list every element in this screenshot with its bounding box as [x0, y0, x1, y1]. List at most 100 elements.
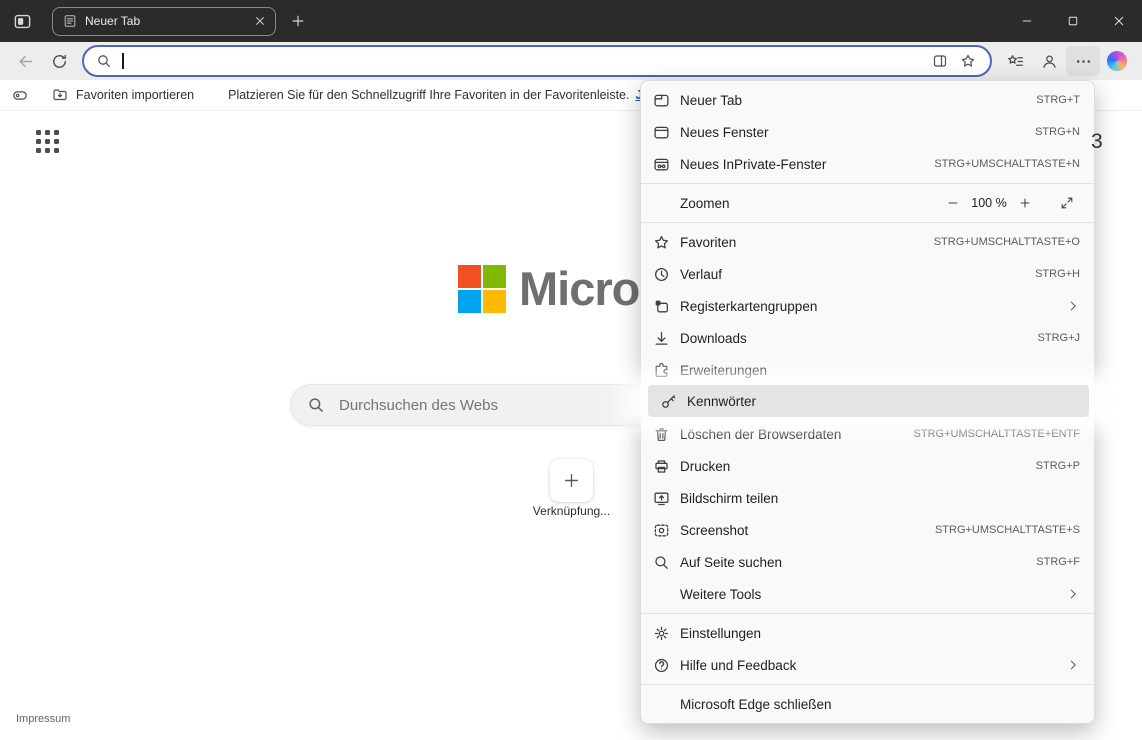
impressum-link[interactable]: Impressum	[16, 713, 70, 725]
menu-item-downloads[interactable]: Downloads STRG+J	[641, 322, 1094, 354]
find-on-page-icon	[653, 554, 670, 571]
menu-item-label: Neues InPrivate-Fenster	[680, 157, 826, 172]
menu-item-neues-fenster[interactable]: Neues Fenster STRG+N	[641, 116, 1094, 148]
tab-close-icon[interactable]	[251, 12, 269, 30]
minimize-button[interactable]	[1004, 0, 1050, 42]
address-bar[interactable]	[82, 45, 992, 77]
refresh-icon[interactable]	[42, 46, 76, 76]
close-button[interactable]	[1096, 0, 1142, 42]
zoom-controls: 100 %	[940, 190, 1080, 216]
import-favorites-button[interactable]: Favoriten importieren	[46, 86, 200, 104]
menu-item-shortcut: STRG+UMSCHALTTASTE+S	[935, 524, 1080, 536]
menu-item-favoriten[interactable]: Favoriten STRG+UMSCHALTTASTE+O	[641, 226, 1094, 258]
tab-title: Neuer Tab	[85, 14, 243, 28]
favorites-bar-icon[interactable]	[6, 83, 34, 107]
search-placeholder: Durchsuchen des Webs	[339, 397, 498, 414]
menu-item-registerkartengruppen[interactable]: Registerkartengruppen	[641, 290, 1094, 322]
split-screen-icon[interactable]	[926, 48, 954, 74]
apps-grid-icon[interactable]	[36, 130, 59, 153]
menu-item-loschen-der-browserdaten[interactable]: Löschen der Browserdaten STRG+UMSCHALTTAS…	[641, 418, 1094, 450]
menu-item-kennworter-spotlight[interactable]: Kennwörter	[648, 385, 1089, 417]
fullscreen-icon[interactable]	[1054, 190, 1080, 216]
menu-item-drucken[interactable]: Drucken STRG+P	[641, 450, 1094, 482]
back-icon[interactable]	[8, 46, 42, 76]
search-icon	[307, 396, 325, 414]
chevron-right-icon	[1066, 587, 1080, 601]
browser-tab[interactable]: Neuer Tab	[52, 7, 276, 36]
menu-item-weitere-tools[interactable]: Weitere Tools	[641, 578, 1094, 610]
menu-item-label: Erweiterungen	[680, 363, 767, 378]
screenshot-icon	[653, 522, 670, 539]
menu-item-zoomen[interactable]: Zoomen 100 %	[641, 187, 1094, 219]
menu-divider	[641, 183, 1094, 184]
favorite-star-icon[interactable]	[954, 48, 982, 74]
menu-item-shortcut: STRG+N	[1035, 126, 1080, 138]
menu-item-verlauf[interactable]: Verlauf STRG+H	[641, 258, 1094, 290]
menu-item-erweiterungen[interactable]: Erweiterungen	[641, 354, 1094, 386]
no-icon	[653, 586, 670, 603]
menu-item-bildschirm-teilen[interactable]: Bildschirm teilen	[641, 482, 1094, 514]
menu-item-shortcut: STRG+F	[1036, 556, 1080, 568]
menu-item-label: Löschen der Browserdaten	[680, 427, 841, 442]
menu-item-label: Weitere Tools	[680, 587, 761, 602]
menu-item-neuer-tab[interactable]: Neuer TabSTRG+T	[641, 84, 1094, 116]
menu-item-hilfe-und-feedback[interactable]: Hilfe und Feedback	[641, 649, 1094, 681]
search-icon	[96, 53, 112, 69]
menu-item-shortcut: STRG+P	[1036, 460, 1080, 472]
tab-favicon-icon	[63, 14, 77, 28]
tab-actions-icon[interactable]	[8, 7, 36, 35]
new-window-icon	[653, 124, 670, 141]
menu-item-shortcut: STRG+UMSCHALTTASTE+ENTF	[914, 428, 1080, 440]
menu-item-shortcut: STRG+H	[1035, 268, 1080, 280]
screen-share-icon	[653, 490, 670, 507]
menu-item-shortcut: STRG+UMSCHALTTASTE+N	[934, 158, 1080, 170]
infobar-message: Platzieren Sie für den Schnellzugriff Ih…	[228, 88, 629, 102]
menu-item-auf-seite-suchen[interactable]: Auf Seite suchenSTRG+F	[641, 546, 1094, 578]
partial-page-text: 3	[1091, 130, 1103, 154]
menu-item-label: Drucken	[680, 459, 730, 474]
menu-item-label: Downloads	[680, 331, 747, 346]
menu-item-label: Registerkartengruppen	[680, 299, 817, 314]
menu-item-label: Bildschirm teilen	[680, 491, 778, 506]
settings-icon	[653, 625, 670, 642]
chevron-right-icon	[1066, 299, 1080, 313]
toolbar	[0, 42, 1142, 80]
import-favorites-icon	[52, 87, 68, 103]
menu-item-neues-inprivate-fenster[interactable]: Neues InPrivate-Fenster STRG+UMSCHALTTAST…	[641, 148, 1094, 180]
history-icon	[653, 266, 670, 283]
add-shortcut-button[interactable]	[550, 459, 593, 502]
print-icon	[653, 458, 670, 475]
menu-divider	[641, 222, 1094, 223]
menu-item-microsoft-edge-schliessen[interactable]: Microsoft Edge schließen	[641, 688, 1094, 720]
new-tab-icon	[653, 92, 670, 109]
maximize-button[interactable]	[1050, 0, 1096, 42]
menu-item-shortcut: STRG+UMSCHALTTASTE+O	[934, 236, 1080, 248]
menu-item-label: Neues Fenster	[680, 125, 769, 140]
text-caret	[122, 53, 124, 69]
menu-item-label: Verlauf	[680, 267, 722, 282]
menu-item-label: Kennwörter	[687, 394, 756, 409]
edge-window: Neuer Tab	[0, 0, 1142, 740]
zoom-in-icon[interactable]	[1012, 190, 1038, 216]
menu-item-label: Screenshot	[680, 523, 748, 538]
profile-avatar-icon[interactable]	[1032, 46, 1066, 76]
import-favorites-label: Favoriten importieren	[76, 88, 194, 102]
menu-divider	[641, 613, 1094, 614]
downloads-icon	[653, 330, 670, 347]
menu-item-shortcut: STRG+J	[1038, 332, 1080, 344]
shortcut-label: Verknüpfung...	[511, 504, 632, 518]
delete-browsing-data-icon	[653, 426, 670, 443]
menu-item-einstellungen[interactable]: Einstellungen	[641, 617, 1094, 649]
menu-item-label: Neuer Tab	[680, 93, 742, 108]
favorites-hub-icon[interactable]	[998, 46, 1032, 76]
menu-item-label: Favoriten	[680, 235, 736, 250]
passwords-icon	[660, 393, 677, 410]
menu-item-label: Zoomen	[680, 196, 730, 211]
zoom-level: 100 %	[966, 196, 1012, 210]
titlebar: Neuer Tab	[0, 0, 1142, 42]
new-tab-button[interactable]	[284, 7, 312, 35]
zoom-out-icon[interactable]	[940, 190, 966, 216]
settings-more-icon[interactable]	[1066, 46, 1100, 76]
copilot-icon[interactable]	[1100, 46, 1134, 76]
menu-item-screenshot[interactable]: Screenshot STRG+UMSCHALTTASTE+S	[641, 514, 1094, 546]
